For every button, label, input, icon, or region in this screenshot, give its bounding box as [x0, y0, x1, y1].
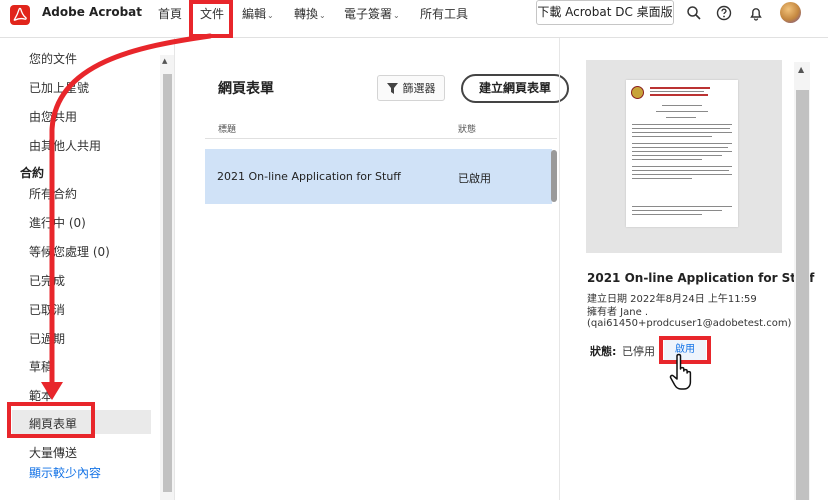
hand-pointer-icon [669, 352, 699, 395]
annotation-arrow [41, 33, 213, 400]
